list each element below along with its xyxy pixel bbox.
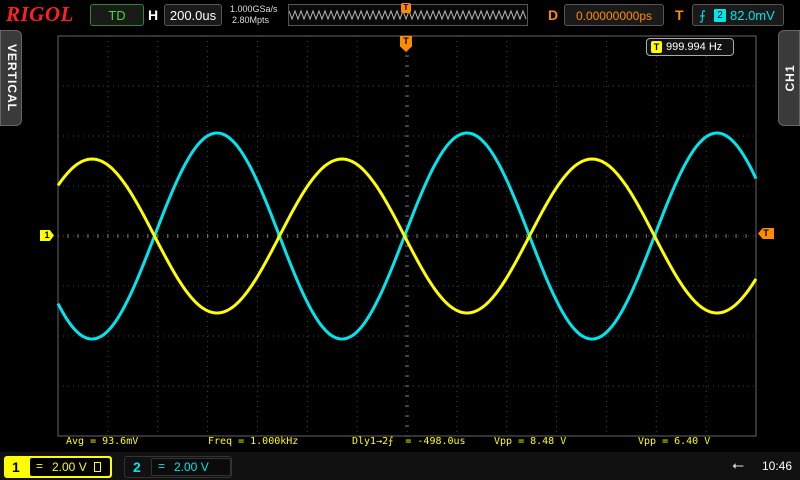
frequency-counter[interactable]: T 999.994 Hz (646, 38, 734, 56)
ch1-bandwidth-icon (94, 462, 101, 472)
measure-freq: Freq = 1.000kHz (208, 436, 299, 447)
measurement-bar: Avg = 93.6mV Freq = 1.000kHz Dly1→2⨍ = -… (0, 436, 800, 450)
ch1-coupling: = (36, 459, 44, 473)
waveform-display[interactable] (0, 0, 800, 452)
measure-vpp-ch2: Vpp = 6.40 V (638, 436, 711, 447)
measure-delay: Dly1→2⨍ = -498.0us (352, 436, 466, 447)
bottom-channel-bar (0, 452, 800, 480)
trigger-level-label: T (763, 228, 769, 238)
measure-avg: Avg = 93.6mV (66, 436, 139, 447)
status-time: 10:46 (762, 459, 793, 473)
ch1-scale-button[interactable]: 1 = 2.00 V (4, 456, 112, 478)
ch2-coupling: = (158, 459, 166, 473)
ch1-scale: 2.00 V (52, 460, 87, 474)
ch2-number: 2 (133, 459, 141, 475)
ch1-number: 1 (12, 459, 20, 475)
ch1-ground-label: 1 (44, 230, 50, 240)
trigger-position-marker-label: T (403, 36, 409, 46)
counter-icon: T (651, 41, 662, 53)
ch1-scale-field: = 2.00 V (30, 458, 110, 476)
ch2-scale: 2.00 V (174, 460, 209, 474)
measure-vpp-ch1: Vpp = 8.48 V (494, 436, 567, 447)
status-time-box: 10:46 (758, 455, 796, 477)
usb-icon: ⭠ (732, 457, 745, 474)
counter-value: 999.994 Hz (666, 41, 723, 53)
ch2-scale-field: = 2.00 V (151, 458, 231, 476)
ch2-scale-button[interactable]: 2 = 2.00 V (124, 456, 232, 478)
